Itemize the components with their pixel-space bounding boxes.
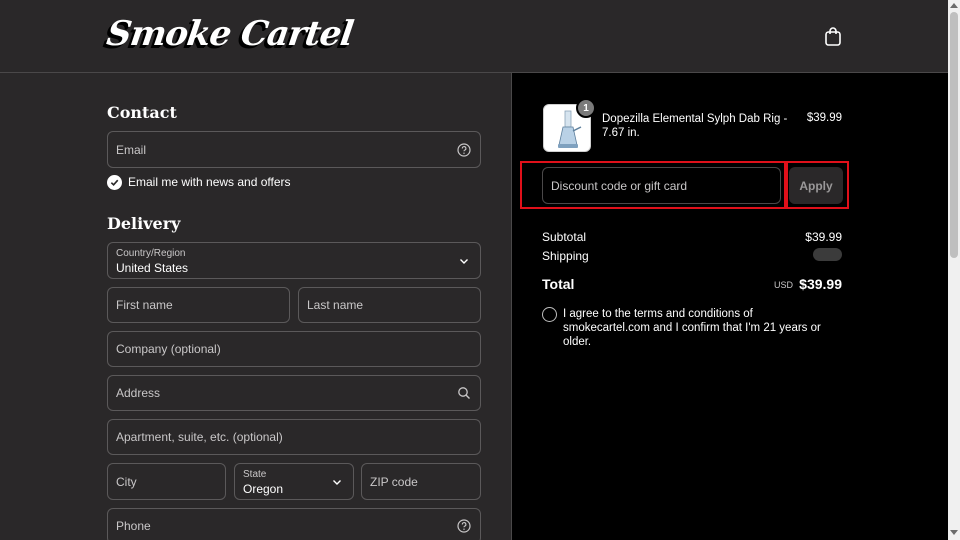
last-name-field[interactable]: Last name (298, 287, 481, 323)
city-placeholder: City (116, 474, 137, 489)
help-icon[interactable] (457, 519, 471, 533)
phone-field[interactable]: Phone (107, 508, 481, 540)
address-field[interactable]: Address (107, 375, 481, 411)
state-value: Oregon (243, 482, 284, 496)
total-currency: USD (774, 280, 794, 290)
shipping-loading-placeholder (813, 248, 842, 261)
country-value: United States (116, 261, 189, 275)
zip-placeholder: ZIP code (370, 474, 418, 489)
shopping-bag-icon[interactable] (824, 26, 842, 46)
address-placeholder: Address (116, 386, 161, 400)
chevron-down-icon (333, 479, 341, 485)
phone-placeholder: Phone (116, 519, 151, 533)
subtotal-label: Subtotal (542, 230, 587, 244)
discount-placeholder: Discount code or gift card (551, 178, 688, 193)
apartment-field[interactable]: Apartment, suite, etc. (optional) (107, 419, 481, 455)
terms-agree-checkbox[interactable] (542, 307, 557, 322)
company-placeholder: Company (optional) (116, 342, 221, 356)
country-label: Country/Region (116, 248, 186, 259)
total-value: $39.99 (799, 276, 842, 292)
company-field[interactable]: Company (optional) (107, 331, 481, 367)
discount-code-input[interactable]: Discount code or gift card (542, 167, 781, 204)
city-field[interactable]: City (107, 463, 226, 500)
newsletter-checkbox-row[interactable]: Email me with news and offers (107, 174, 291, 190)
total-label: Total (542, 276, 575, 292)
chevron-down-icon (460, 258, 468, 264)
email-field[interactable]: Email (107, 131, 481, 168)
zip-field[interactable]: ZIP code (361, 463, 481, 500)
apartment-placeholder: Apartment, suite, etc. (optional) (116, 430, 283, 444)
brand-logo[interactable]: Smoke Cartel (104, 14, 355, 54)
terms-agree-label: I agree to the terms and conditions of s… (563, 308, 821, 348)
email-placeholder: Email (116, 142, 147, 157)
scroll-up-arrow-icon[interactable] (950, 2, 958, 8)
first-name-placeholder: First name (116, 298, 173, 312)
product-price: $39.99 (806, 112, 842, 124)
country-select[interactable]: Country/Region United States (107, 242, 481, 279)
page-scrollbar[interactable] (948, 0, 960, 540)
help-icon[interactable] (457, 142, 471, 157)
search-icon (458, 387, 470, 399)
apply-button[interactable]: Apply (789, 167, 843, 204)
subtotal-value: $39.99 (805, 230, 842, 244)
last-name-placeholder: Last name (307, 298, 364, 312)
quantity-badge: 1 (576, 98, 596, 118)
delivery-heading: Delivery (107, 214, 181, 233)
shipping-label: Shipping (542, 249, 589, 263)
scrollbar-thumb[interactable] (950, 12, 958, 258)
scroll-down-arrow-icon[interactable] (950, 530, 958, 536)
state-label: State (243, 469, 267, 480)
first-name-field[interactable]: First name (107, 287, 290, 323)
state-select[interactable]: State Oregon (234, 463, 354, 500)
newsletter-label: Email me with news and offers (128, 175, 291, 189)
contact-heading: Contact (107, 103, 177, 122)
site-header: Smoke Cartel (0, 0, 948, 73)
checkmark-icon (110, 179, 119, 186)
product-name: Dopezilla Elemental Sylph Dab Rig - 7.67… (602, 113, 788, 139)
newsletter-checkbox[interactable] (107, 174, 122, 190)
